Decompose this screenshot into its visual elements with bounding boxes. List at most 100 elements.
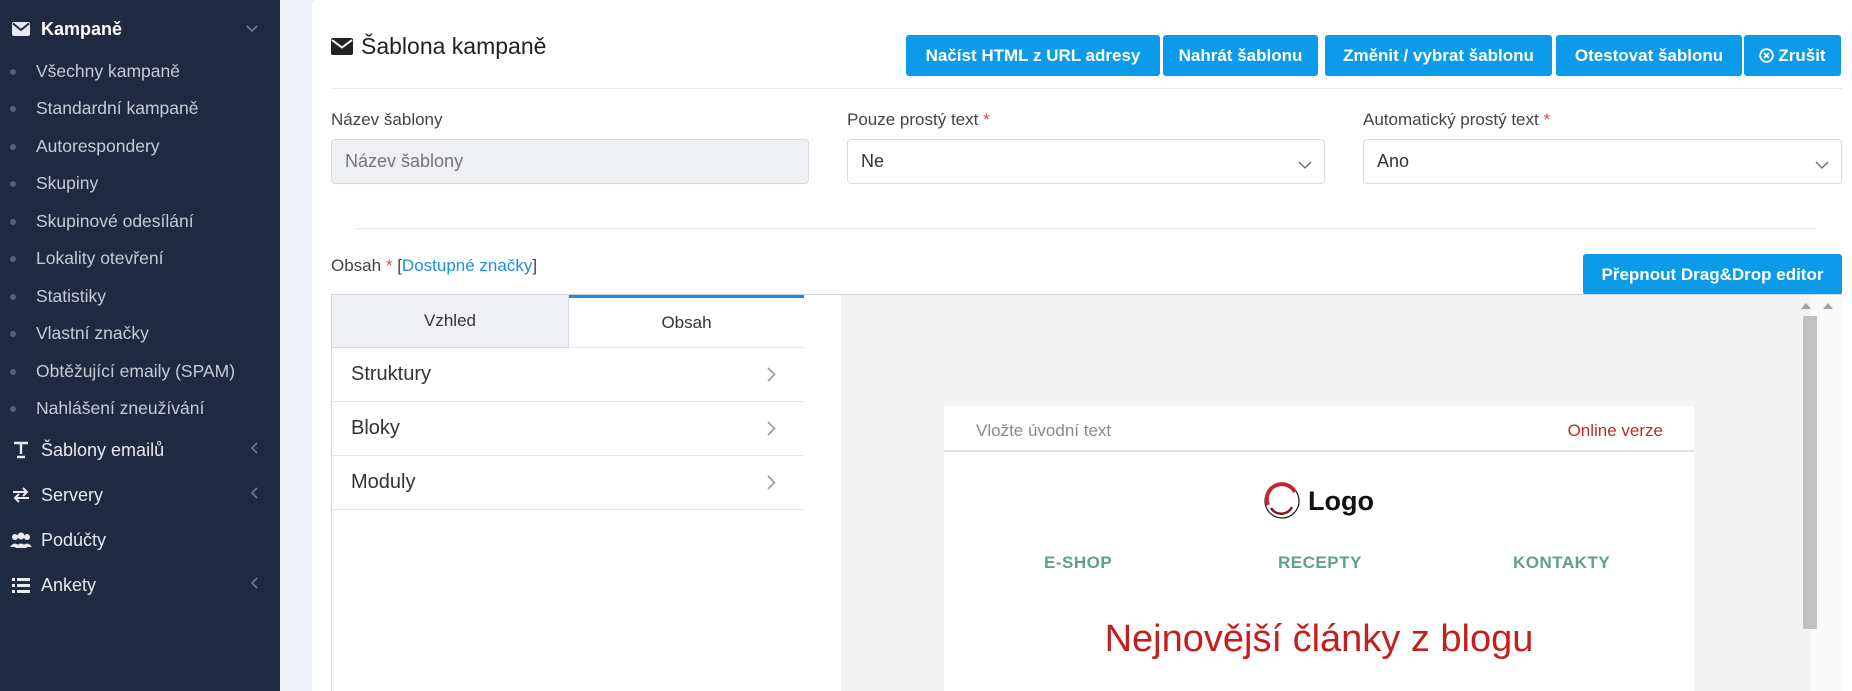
plain-text-only-value: Ne xyxy=(861,151,885,171)
sidebar-subitem-statistics[interactable]: Statistiky xyxy=(0,278,280,315)
users-icon xyxy=(9,532,33,548)
sidebar-item-label: Šablony emailů xyxy=(41,439,165,460)
section-label: Struktury xyxy=(351,363,432,385)
content-label: Obsah * [Dostupné značky] xyxy=(331,256,538,275)
chevron-down-icon xyxy=(246,20,258,38)
bullet-icon xyxy=(10,105,16,112)
template-name-label: Název šablony xyxy=(331,110,443,129)
email-preview[interactable]: Vložte úvodní text Online verze Logo E-S… xyxy=(841,295,1810,691)
sidebar-item-surveys[interactable]: Ankety xyxy=(0,563,280,607)
email-preheader: Vložte úvodní text Online verze xyxy=(944,406,1694,452)
load-html-url-button[interactable]: Načíst HTML z URL adresy xyxy=(906,35,1160,76)
sidebar: Kampaně Všechny kampaně Standardní kampa… xyxy=(0,0,280,691)
sidebar-item-email-templates[interactable]: Šablony emailů xyxy=(0,428,280,472)
sidebar-item-label: Podúčty xyxy=(41,529,107,550)
sidebar-item-label: Ankety xyxy=(41,574,97,595)
sidebar-subitem-custom-tags[interactable]: Vlastní značky xyxy=(0,315,280,352)
auto-plain-text-value: Ano xyxy=(1377,151,1410,171)
sidebar-item-label: Kampaně xyxy=(41,18,123,39)
template-name-input[interactable] xyxy=(331,139,809,184)
logo-swirl-icon xyxy=(1262,481,1302,521)
sidebar-item-label: Skupiny xyxy=(36,173,99,193)
sidebar-item-label: Nahlášení zneužívání xyxy=(36,398,205,418)
bullet-icon xyxy=(10,255,16,262)
envelope-icon xyxy=(331,38,353,55)
scrollbar-thumb[interactable] xyxy=(1803,316,1817,629)
template-editor: Vzhled Obsah Struktury Bloky Moduly Vlož… xyxy=(331,294,1843,691)
auto-plain-text-select[interactable]: Ano xyxy=(1363,139,1842,184)
test-template-button[interactable]: Otestovat šablonu xyxy=(1556,35,1742,76)
sidebar-item-subaccounts[interactable]: Podúčty xyxy=(0,518,280,562)
tab-appearance[interactable]: Vzhled xyxy=(332,295,569,348)
plain-text-only-select[interactable]: Ne xyxy=(847,139,1325,184)
blog-headline: Nejnovější články z blogu xyxy=(1104,618,1534,660)
plain-text-only-label: Pouze prostý text * xyxy=(847,110,990,129)
section-blocks[interactable]: Bloky xyxy=(332,402,804,456)
bullet-icon xyxy=(10,180,16,187)
chevron-down-icon xyxy=(1298,154,1312,175)
bullet-icon xyxy=(10,218,16,225)
auto-plain-text-label: Automatický prostý text * xyxy=(1363,110,1551,129)
chevron-left-icon xyxy=(250,576,258,594)
sidebar-item-label: Autorespondery xyxy=(36,136,160,156)
chevron-right-icon xyxy=(767,419,776,442)
chevron-right-icon xyxy=(767,365,776,388)
section-modules[interactable]: Moduly xyxy=(332,456,804,510)
chevron-right-icon xyxy=(767,473,776,496)
sidebar-item-label: Skupinové odesílání xyxy=(36,211,194,231)
sidebar-item-label: Statistiky xyxy=(36,286,107,306)
toggle-dragdrop-editor-button[interactable]: Přepnout Drag&Drop editor xyxy=(1583,254,1842,295)
bullet-icon xyxy=(10,68,16,75)
divider xyxy=(331,88,1842,89)
chevron-down-icon xyxy=(1815,154,1829,175)
logo-text: Logo xyxy=(1308,485,1374,516)
sidebar-item-label: Obtěžující emaily (SPAM) xyxy=(36,361,236,381)
bullet-icon xyxy=(10,143,16,150)
sidebar-subitem-abuse-reports[interactable]: Nahlášení zneužívání xyxy=(0,390,280,427)
cancel-button[interactable]: Zrušit xyxy=(1744,35,1841,76)
nav-contacts[interactable]: KONTAKTY xyxy=(1513,553,1610,573)
list-icon xyxy=(9,577,33,593)
online-version-link[interactable]: Online verze xyxy=(1568,421,1663,441)
sidebar-item-servers[interactable]: Servery xyxy=(0,473,280,517)
intro-text: Vložte úvodní text xyxy=(976,421,1112,440)
sidebar-subitem-spam[interactable]: Obtěžující emaily (SPAM) xyxy=(0,353,280,390)
scroll-up-arrow-icon[interactable] xyxy=(1823,303,1833,309)
section-structures[interactable]: Struktury xyxy=(332,348,804,402)
page-title-text: Šablona kampaně xyxy=(361,33,547,59)
text-format-icon xyxy=(9,441,33,459)
sidebar-item-label: Lokality otevření xyxy=(36,248,164,268)
sidebar-subitem-all-campaigns[interactable]: Všechny kampaně xyxy=(0,53,280,90)
nav-recipes[interactable]: RECEPTY xyxy=(1278,553,1362,573)
sidebar-subitem-groups[interactable]: Skupiny xyxy=(0,165,280,202)
sidebar-item-label: Vlastní značky xyxy=(36,323,149,343)
bullet-icon xyxy=(10,293,16,300)
upload-template-button[interactable]: Nahrát šablonu xyxy=(1163,35,1318,76)
sidebar-item-label: Standardní kampaně xyxy=(36,98,199,118)
chevron-left-icon xyxy=(250,441,258,459)
section-label: Bloky xyxy=(351,417,400,439)
sidebar-subitem-group-sending[interactable]: Skupinové odesílání xyxy=(0,203,280,240)
page-title: Šablona kampaně xyxy=(331,33,546,60)
bullet-icon xyxy=(10,330,16,337)
divider xyxy=(356,228,1816,229)
transfer-arrows-icon xyxy=(9,487,33,503)
cancel-button-label: Zrušit xyxy=(1778,45,1826,65)
email-body: Vložte úvodní text Online verze Logo E-S… xyxy=(944,406,1694,691)
nav-eshop[interactable]: E-SHOP xyxy=(1044,553,1112,573)
section-label: Moduly xyxy=(351,471,416,493)
change-template-button[interactable]: Změnit / vybrat šablonu xyxy=(1325,35,1552,76)
close-circle-icon xyxy=(1759,48,1775,63)
available-tags-link[interactable]: Dostupné značky xyxy=(402,256,532,275)
sidebar-subitem-standard-campaigns[interactable]: Standardní kampaně xyxy=(0,90,280,127)
tab-content[interactable]: Obsah xyxy=(569,295,804,348)
bullet-icon xyxy=(10,405,16,412)
sidebar-subitem-open-locations[interactable]: Lokality otevření xyxy=(0,240,280,277)
scroll-up-arrow-icon[interactable] xyxy=(1801,303,1811,309)
bullet-icon xyxy=(10,368,16,375)
logo: Logo xyxy=(1262,481,1374,521)
sidebar-subitem-autoresponders[interactable]: Autorespondery xyxy=(0,128,280,165)
sidebar-item-campaigns[interactable]: Kampaně xyxy=(0,7,280,51)
envelope-icon xyxy=(9,22,33,36)
sidebar-item-label: Všechny kampaně xyxy=(36,61,180,81)
